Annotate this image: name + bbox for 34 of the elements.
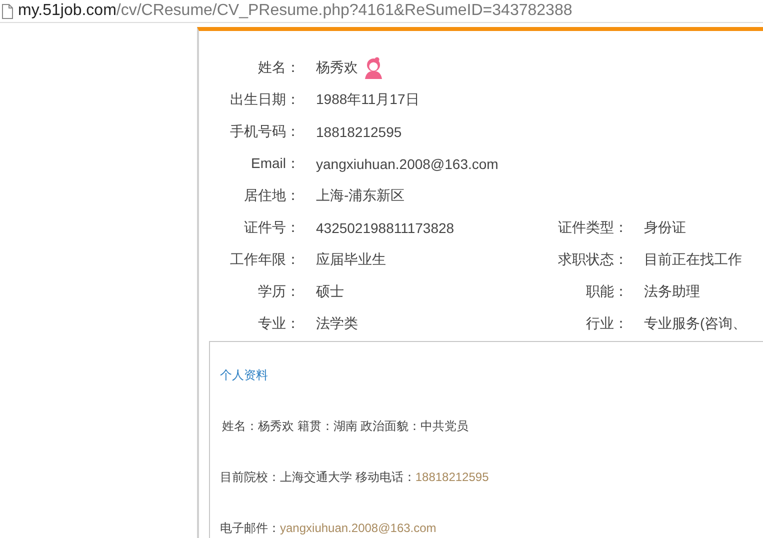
field-value: 1988年11月17日 bbox=[316, 91, 420, 109]
field-value: 杨秀欢 bbox=[316, 59, 358, 77]
field-label: 职能： bbox=[586, 283, 628, 301]
field-label: 证件类型： bbox=[558, 219, 628, 237]
profile-value: 18818212595 bbox=[415, 470, 489, 484]
field-value: 法学类 bbox=[316, 315, 358, 333]
field-label: 居住地： bbox=[244, 187, 300, 205]
field-value: 432502198811173828 bbox=[316, 220, 454, 236]
field-label: 出生日期： bbox=[230, 91, 300, 109]
field-label: 姓名： bbox=[258, 59, 300, 77]
address-url[interactable]: my.51job.com/cv/CResume/CV_PResume.php?4161&ReSumeID=343782388 bbox=[18, 2, 572, 20]
field-label: Email： bbox=[250, 155, 300, 173]
field-label: 证件号： bbox=[244, 219, 300, 237]
field-value: yangxiuhuan.2008@163.com bbox=[316, 156, 498, 172]
field-value: 法务助理 bbox=[644, 283, 700, 301]
field-value: 应届毕业生 bbox=[316, 251, 386, 269]
section-heading[interactable]: 个人资料 bbox=[220, 367, 268, 384]
field-label: 学历： bbox=[258, 283, 300, 301]
profile-text: 电子邮件： bbox=[220, 521, 280, 535]
field-value: 18818212595 bbox=[316, 124, 402, 140]
page-icon bbox=[2, 4, 13, 18]
profile-text: 目前院校：上海交通大学 移动电话： bbox=[220, 470, 416, 484]
field-label: 求职状态： bbox=[558, 251, 628, 269]
field-value: 上海-浦东新区 bbox=[316, 187, 405, 205]
field-value: 硕士 bbox=[316, 283, 344, 301]
field-value: 目前正在找工作 bbox=[644, 251, 742, 269]
field-label: 手机号码： bbox=[230, 123, 300, 141]
field-label: 行业： bbox=[586, 315, 628, 333]
profile-value: yangxiuhuan.2008@163.com bbox=[280, 521, 436, 535]
field-value: 专业服务(咨询、 bbox=[644, 315, 747, 333]
field-value: 身份证 bbox=[644, 219, 686, 237]
profile-text: 姓名：杨秀欢 籍贯：湖南 政治面貌：中共党员 bbox=[222, 419, 469, 433]
field-label: 专业： bbox=[258, 315, 300, 333]
field-label: 工作年限： bbox=[230, 251, 300, 269]
